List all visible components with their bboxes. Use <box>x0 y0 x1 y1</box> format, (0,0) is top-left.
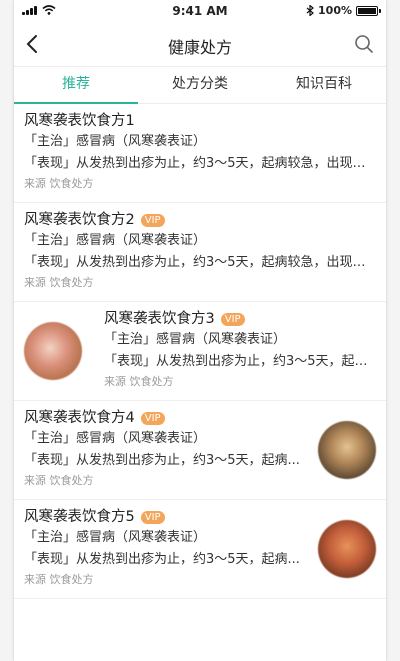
list-item[interactable]: 风寒袭表饮食方3 VIP 「主治」感冒病（风寒袭表证） 「表现」从发热到出疹为止… <box>14 302 386 401</box>
list-item[interactable]: 风寒袭表饮食方1 「主治」感冒病（风寒袭表证） 「表现」从发热到出疹为止，约3～… <box>14 104 386 203</box>
bluetooth-icon <box>306 5 314 16</box>
item-title: 风寒袭表饮食方5 <box>24 509 135 525</box>
vip-badge: VIP <box>140 411 165 425</box>
item-thumbnail <box>24 322 82 380</box>
item-source: 来源 饮食处方 <box>24 573 94 586</box>
item-source: 来源 饮食处方 <box>24 177 94 190</box>
phone-screen: 9:41 AM 100% 健康处方 推荐 处方分类 知识百科 风寒袭表饮食方1 … <box>14 0 386 661</box>
item-title: 风寒袭表饮食方1 <box>24 113 135 129</box>
item-title: 风寒袭表饮食方4 <box>24 410 135 426</box>
battery-percent: 100% <box>318 4 352 17</box>
list-item-text: 风寒袭表饮食方2 VIP 「主治」感冒病（风寒袭表证） 「表现」从发热到出疹为止… <box>24 210 372 292</box>
list-item[interactable]: 风寒袭表饮食方5 VIP 「主治」感冒病（风寒袭表证） 「表现」从发热到出疹为止… <box>14 500 386 599</box>
item-source: 来源 饮食处方 <box>24 474 94 487</box>
item-symptom: 「表现」从发热到出疹为止，约3～5天，起病... <box>104 354 374 369</box>
item-title: 风寒袭表饮食方3 <box>104 311 215 327</box>
battery-fill <box>358 7 376 14</box>
item-symptom: 「表现」从发热到出疹为止，约3～5天，起病... <box>24 453 300 468</box>
item-symptom: 「表现」从发热到出疹为止，约3～5天，起病... <box>24 552 300 567</box>
list-item[interactable]: 风寒袭表饮食方4 VIP 「主治」感冒病（风寒袭表证） 「表现」从发热到出疹为止… <box>14 401 386 500</box>
vip-badge: VIP <box>220 312 245 326</box>
vip-badge: VIP <box>140 510 165 524</box>
status-right: 100% <box>306 4 381 17</box>
item-thumbnail <box>318 421 376 479</box>
item-title: 风寒袭表饮食方2 <box>24 212 135 228</box>
tab-prescription-category[interactable]: 处方分类 <box>138 67 262 103</box>
page-title: 健康处方 <box>167 38 232 57</box>
item-title-row: 风寒袭表饮食方5 VIP <box>24 507 304 527</box>
item-source: 来源 饮食处方 <box>104 375 174 388</box>
list-item-text: 风寒袭表饮食方1 「主治」感冒病（风寒袭表证） 「表现」从发热到出疹为止，约3～… <box>24 111 372 193</box>
list-item-text: 风寒袭表饮食方3 VIP 「主治」感冒病（风寒袭表证） 「表现」从发热到出疹为止… <box>104 309 374 391</box>
item-symptom: 「表现」从发热到出疹为止，约3～5天，起病较急，出现发... <box>24 255 372 270</box>
item-indication: 「主治」感冒病（风寒袭表证） <box>104 332 287 347</box>
search-icon <box>355 35 373 53</box>
tab-knowledge-encyclopedia[interactable]: 知识百科 <box>262 67 386 103</box>
battery-icon <box>356 5 381 16</box>
item-source: 来源 饮食处方 <box>24 276 94 289</box>
item-title-row: 风寒袭表饮食方1 <box>24 111 372 131</box>
search-button[interactable] <box>350 30 378 58</box>
list-item[interactable]: 风寒袭表饮食方2 VIP 「主治」感冒病（风寒袭表证） 「表现」从发热到出疹为止… <box>14 203 386 302</box>
item-thumbnail <box>318 520 376 578</box>
item-indication: 「主治」感冒病（风寒袭表证） <box>24 431 207 446</box>
item-title-row: 风寒袭表饮食方4 VIP <box>24 408 304 428</box>
status-bar: 9:41 AM 100% <box>14 0 386 22</box>
item-symptom: 「表现」从发热到出疹为止，约3～5天，起病较急，出现发... <box>24 156 372 171</box>
item-indication: 「主治」感冒病（风寒袭表证） <box>24 134 207 149</box>
item-indication: 「主治」感冒病（风寒袭表证） <box>24 530 207 545</box>
nav-bar: 健康处方 <box>14 22 386 67</box>
list-item-text: 风寒袭表饮食方4 VIP 「主治」感冒病（风寒袭表证） 「表现」从发热到出疹为止… <box>24 408 304 490</box>
item-title-row: 风寒袭表饮食方2 VIP <box>24 210 372 230</box>
item-title-row: 风寒袭表饮食方3 VIP <box>104 309 374 329</box>
item-indication: 「主治」感冒病（风寒袭表证） <box>24 233 207 248</box>
tab-bar: 推荐 处方分类 知识百科 <box>14 67 386 104</box>
tab-recommend[interactable]: 推荐 <box>14 67 138 104</box>
vip-badge: VIP <box>140 213 165 227</box>
list-item-text: 风寒袭表饮食方5 VIP 「主治」感冒病（风寒袭表证） 「表现」从发热到出疹为止… <box>24 507 304 589</box>
